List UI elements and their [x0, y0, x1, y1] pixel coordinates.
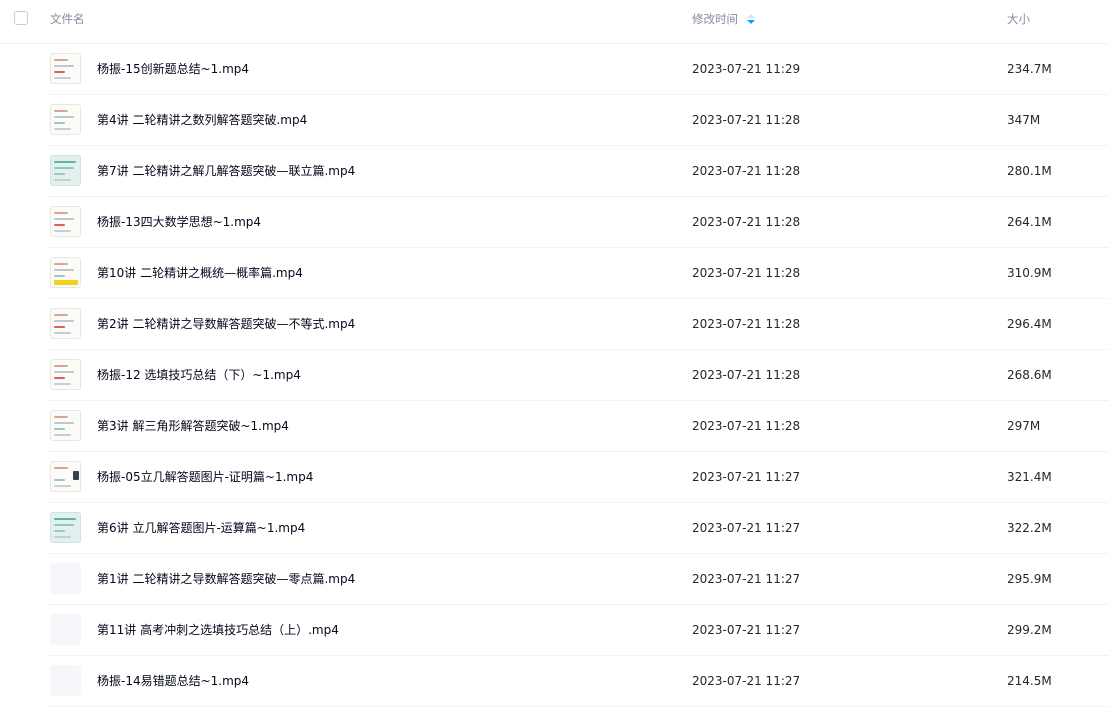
- video-thumbnail-icon[interactable]: [50, 614, 81, 645]
- video-thumbnail-icon[interactable]: [50, 53, 81, 84]
- file-name[interactable]: 杨振-13四大数学思想~1.mp4: [97, 214, 261, 230]
- file-modified-time: 2023-07-21 11:28: [692, 419, 801, 433]
- file-name[interactable]: 杨振-12 选填技巧总结（下）~1.mp4: [97, 367, 301, 383]
- video-thumbnail-icon[interactable]: [50, 665, 81, 696]
- video-thumbnail-icon[interactable]: [50, 410, 81, 441]
- video-thumbnail-icon[interactable]: [50, 359, 81, 390]
- column-header-name[interactable]: 文件名: [50, 11, 85, 27]
- video-thumbnail-icon[interactable]: [50, 308, 81, 339]
- file-name[interactable]: 杨振-15创新题总结~1.mp4: [97, 61, 249, 77]
- file-size: 296.4M: [1007, 317, 1052, 331]
- file-rows: 杨振-15创新题总结~1.mp4 2023-07-21 11:29 234.7M 第4…: [0, 44, 1108, 707]
- file-name[interactable]: 第4讲 二轮精讲之数列解答题突破.mp4: [97, 112, 307, 128]
- file-size: 295.9M: [1007, 572, 1052, 586]
- video-thumbnail-icon[interactable]: [50, 104, 81, 135]
- file-name[interactable]: 杨振-05立几解答题图片-证明篇~1.mp4: [97, 469, 313, 485]
- file-modified-time: 2023-07-21 11:28: [692, 164, 801, 178]
- file-name[interactable]: 第10讲 二轮精讲之概统—概率篇.mp4: [97, 265, 303, 281]
- file-list: 文件名 修改时间 大小 杨振-15创新题总结~1.mp4 2023-07-21 1…: [0, 0, 1108, 717]
- file-size: 322.2M: [1007, 521, 1052, 535]
- file-row[interactable]: 杨振-05立几解答题图片-证明篇~1.mp4 2023-07-21 11:27 32…: [48, 452, 1108, 503]
- file-row[interactable]: 第1讲 二轮精讲之导数解答题突破—零点篇.mp4 2023-07-21 11:27…: [48, 554, 1108, 605]
- column-header-modified-time-label: 修改时间: [692, 12, 738, 26]
- file-size: 214.5M: [1007, 674, 1052, 688]
- file-name[interactable]: 第11讲 高考冲刺之选填技巧总结（上）.mp4: [97, 622, 339, 638]
- video-thumbnail-icon[interactable]: [50, 206, 81, 237]
- file-modified-time: 2023-07-21 11:27: [692, 674, 801, 688]
- file-size: 310.9M: [1007, 266, 1052, 280]
- file-modified-time: 2023-07-21 11:28: [692, 113, 801, 127]
- file-modified-time: 2023-07-21 11:27: [692, 623, 801, 637]
- video-thumbnail-icon[interactable]: [50, 461, 81, 492]
- file-size: 264.1M: [1007, 215, 1052, 229]
- sort-icon[interactable]: [746, 13, 756, 25]
- file-size: 321.4M: [1007, 470, 1052, 484]
- file-row[interactable]: 杨振-14易错题总结~1.mp4 2023-07-21 11:27 214.5M: [48, 656, 1108, 707]
- file-name[interactable]: 第1讲 二轮精讲之导数解答题突破—零点篇.mp4: [97, 571, 355, 587]
- column-header-size[interactable]: 大小: [1007, 11, 1030, 27]
- video-thumbnail-icon[interactable]: [50, 512, 81, 543]
- video-thumbnail-icon[interactable]: [50, 563, 81, 594]
- file-name[interactable]: 第3讲 解三角形解答题突破~1.mp4: [97, 418, 289, 434]
- column-header-modified-time[interactable]: 修改时间: [692, 11, 756, 27]
- file-size: 268.6M: [1007, 368, 1052, 382]
- file-row[interactable]: 杨振-15创新题总结~1.mp4 2023-07-21 11:29 234.7M: [48, 44, 1108, 95]
- file-size: 280.1M: [1007, 164, 1052, 178]
- file-modified-time: 2023-07-21 11:27: [692, 470, 801, 484]
- select-all-checkbox[interactable]: [14, 11, 28, 25]
- file-name[interactable]: 第7讲 二轮精讲之解几解答题突破—联立篇.mp4: [97, 163, 355, 179]
- file-modified-time: 2023-07-21 11:27: [692, 572, 801, 586]
- file-size: 347M: [1007, 113, 1041, 127]
- file-row[interactable]: 第6讲 立几解答题图片-运算篇~1.mp4 2023-07-21 11:27 322…: [48, 503, 1108, 554]
- file-row[interactable]: 第7讲 二轮精讲之解几解答题突破—联立篇.mp4 2023-07-21 11:28…: [48, 146, 1108, 197]
- file-modified-time: 2023-07-21 11:27: [692, 521, 801, 535]
- file-row[interactable]: 杨振-13四大数学思想~1.mp4 2023-07-21 11:28 264.1M: [48, 197, 1108, 248]
- list-header: 文件名 修改时间 大小: [0, 0, 1108, 44]
- file-modified-time: 2023-07-21 11:28: [692, 266, 801, 280]
- file-modified-time: 2023-07-21 11:29: [692, 62, 801, 76]
- file-row[interactable]: 杨振-12 选填技巧总结（下）~1.mp4 2023-07-21 11:28 268…: [48, 350, 1108, 401]
- file-row[interactable]: 第2讲 二轮精讲之导数解答题突破—不等式.mp4 2023-07-21 11:28…: [48, 299, 1108, 350]
- video-thumbnail-icon[interactable]: [50, 155, 81, 186]
- file-modified-time: 2023-07-21 11:28: [692, 368, 801, 382]
- file-row[interactable]: 第4讲 二轮精讲之数列解答题突破.mp4 2023-07-21 11:28 347M: [48, 95, 1108, 146]
- video-thumbnail-icon[interactable]: [50, 257, 81, 288]
- file-size: 234.7M: [1007, 62, 1052, 76]
- file-modified-time: 2023-07-21 11:28: [692, 317, 801, 331]
- file-row[interactable]: 第3讲 解三角形解答题突破~1.mp4 2023-07-21 11:28 297M: [48, 401, 1108, 452]
- file-name[interactable]: 第2讲 二轮精讲之导数解答题突破—不等式.mp4: [97, 316, 355, 332]
- file-size: 299.2M: [1007, 623, 1052, 637]
- file-name[interactable]: 杨振-14易错题总结~1.mp4: [97, 673, 249, 689]
- file-modified-time: 2023-07-21 11:28: [692, 215, 801, 229]
- file-name[interactable]: 第6讲 立几解答题图片-运算篇~1.mp4: [97, 520, 305, 536]
- file-size: 297M: [1007, 419, 1041, 433]
- file-row[interactable]: 第10讲 二轮精讲之概统—概率篇.mp4 2023-07-21 11:28 310.…: [48, 248, 1108, 299]
- file-row[interactable]: 第11讲 高考冲刺之选填技巧总结（上）.mp4 2023-07-21 11:27 2…: [48, 605, 1108, 656]
